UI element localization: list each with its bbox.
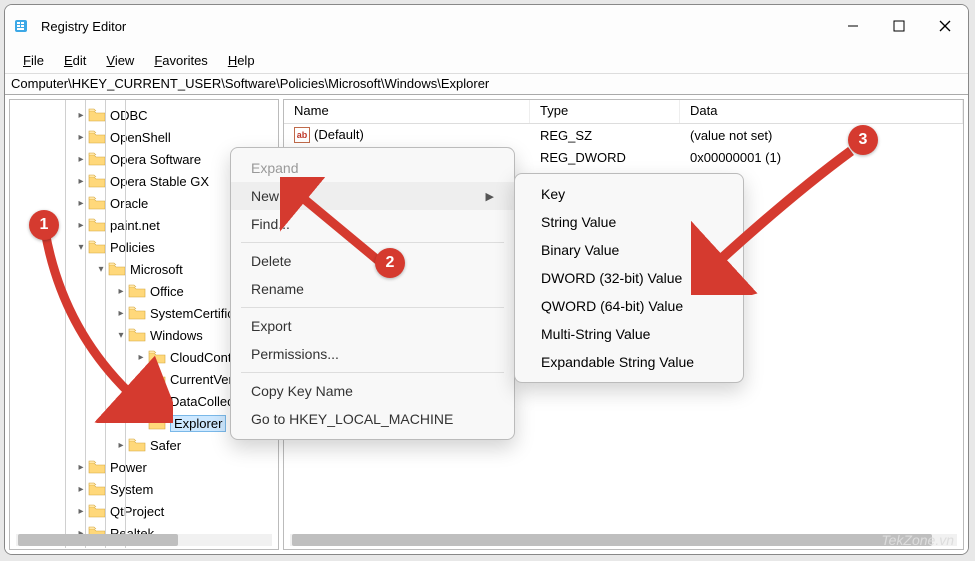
folder-icon bbox=[88, 482, 106, 496]
tree-item-odbc[interactable]: ▸ODBC bbox=[10, 104, 278, 126]
tree-item-system[interactable]: ▸System bbox=[10, 478, 278, 500]
menu-favorites[interactable]: Favorites bbox=[144, 50, 217, 71]
tree-label: Power bbox=[110, 460, 153, 475]
tree-label: OpenShell bbox=[110, 130, 177, 145]
window-title: Registry Editor bbox=[41, 19, 830, 34]
tree-label: QtProject bbox=[110, 504, 170, 519]
folder-icon bbox=[88, 130, 106, 144]
annotation-arrow-1 bbox=[33, 223, 173, 423]
string-value-icon: ab bbox=[294, 127, 310, 143]
ctx-item-go-to-hkey-local-machine[interactable]: Go to HKEY_LOCAL_MACHINE bbox=[231, 405, 514, 433]
sub-item-expandable-string-value[interactable]: Expandable String Value bbox=[515, 348, 743, 376]
minimize-button[interactable] bbox=[830, 6, 876, 46]
tree-label: Oracle bbox=[110, 196, 154, 211]
tree-label: Safer bbox=[150, 438, 187, 453]
tree-item-qtproject[interactable]: ▸QtProject bbox=[10, 500, 278, 522]
folder-icon bbox=[88, 108, 106, 122]
tree-label: ODBC bbox=[110, 108, 154, 123]
annotation-badge-3: 3 bbox=[848, 125, 878, 155]
maximize-button[interactable] bbox=[876, 6, 922, 46]
ctx-item-copy-key-name[interactable]: Copy Key Name bbox=[231, 377, 514, 405]
list-horizontal-scrollbar[interactable] bbox=[290, 534, 957, 546]
tree-item-power[interactable]: ▸Power bbox=[10, 456, 278, 478]
tree-label: Explorer bbox=[170, 415, 226, 432]
sub-item-multi-string-value[interactable]: Multi-String Value bbox=[515, 320, 743, 348]
col-data[interactable]: Data bbox=[680, 100, 963, 123]
menu-file[interactable]: File bbox=[13, 50, 54, 71]
folder-icon bbox=[128, 438, 146, 452]
tree-item-openshell[interactable]: ▸OpenShell bbox=[10, 126, 278, 148]
tree-horizontal-scrollbar[interactable] bbox=[16, 534, 272, 546]
menu-separator bbox=[241, 372, 504, 373]
sub-item-qword-64-bit-value[interactable]: QWORD (64-bit) Value bbox=[515, 292, 743, 320]
regedit-icon bbox=[15, 17, 33, 35]
folder-icon bbox=[88, 174, 106, 188]
close-button[interactable] bbox=[922, 6, 968, 46]
folder-icon bbox=[88, 460, 106, 474]
col-type[interactable]: Type bbox=[530, 100, 680, 123]
menu-help[interactable]: Help bbox=[218, 50, 265, 71]
annotation-arrow-3 bbox=[691, 145, 871, 295]
annotation-badge-2: 2 bbox=[375, 248, 405, 278]
window-frame: Registry Editor File Edit View Favorites… bbox=[4, 4, 969, 555]
folder-icon bbox=[88, 152, 106, 166]
menu-edit[interactable]: Edit bbox=[54, 50, 96, 71]
annotation-badge-1: 1 bbox=[29, 210, 59, 240]
list-header: Name Type Data bbox=[284, 100, 963, 124]
col-name[interactable]: Name bbox=[284, 100, 530, 123]
menu-view[interactable]: View bbox=[96, 50, 144, 71]
menu-separator bbox=[241, 307, 504, 308]
address-bar[interactable]: Computer\HKEY_CURRENT_USER\Software\Poli… bbox=[5, 73, 968, 95]
watermark: TekZone.vn bbox=[881, 532, 954, 548]
menu-bar: File Edit View Favorites Help bbox=[5, 47, 968, 73]
ctx-item-export[interactable]: Export bbox=[231, 312, 514, 340]
tree-label: System bbox=[110, 482, 159, 497]
ctx-item-permissions-[interactable]: Permissions... bbox=[231, 340, 514, 368]
chevron-right-icon: ▶ bbox=[486, 190, 494, 203]
folder-icon bbox=[88, 196, 106, 210]
title-bar: Registry Editor bbox=[5, 5, 968, 47]
folder-icon bbox=[88, 504, 106, 518]
